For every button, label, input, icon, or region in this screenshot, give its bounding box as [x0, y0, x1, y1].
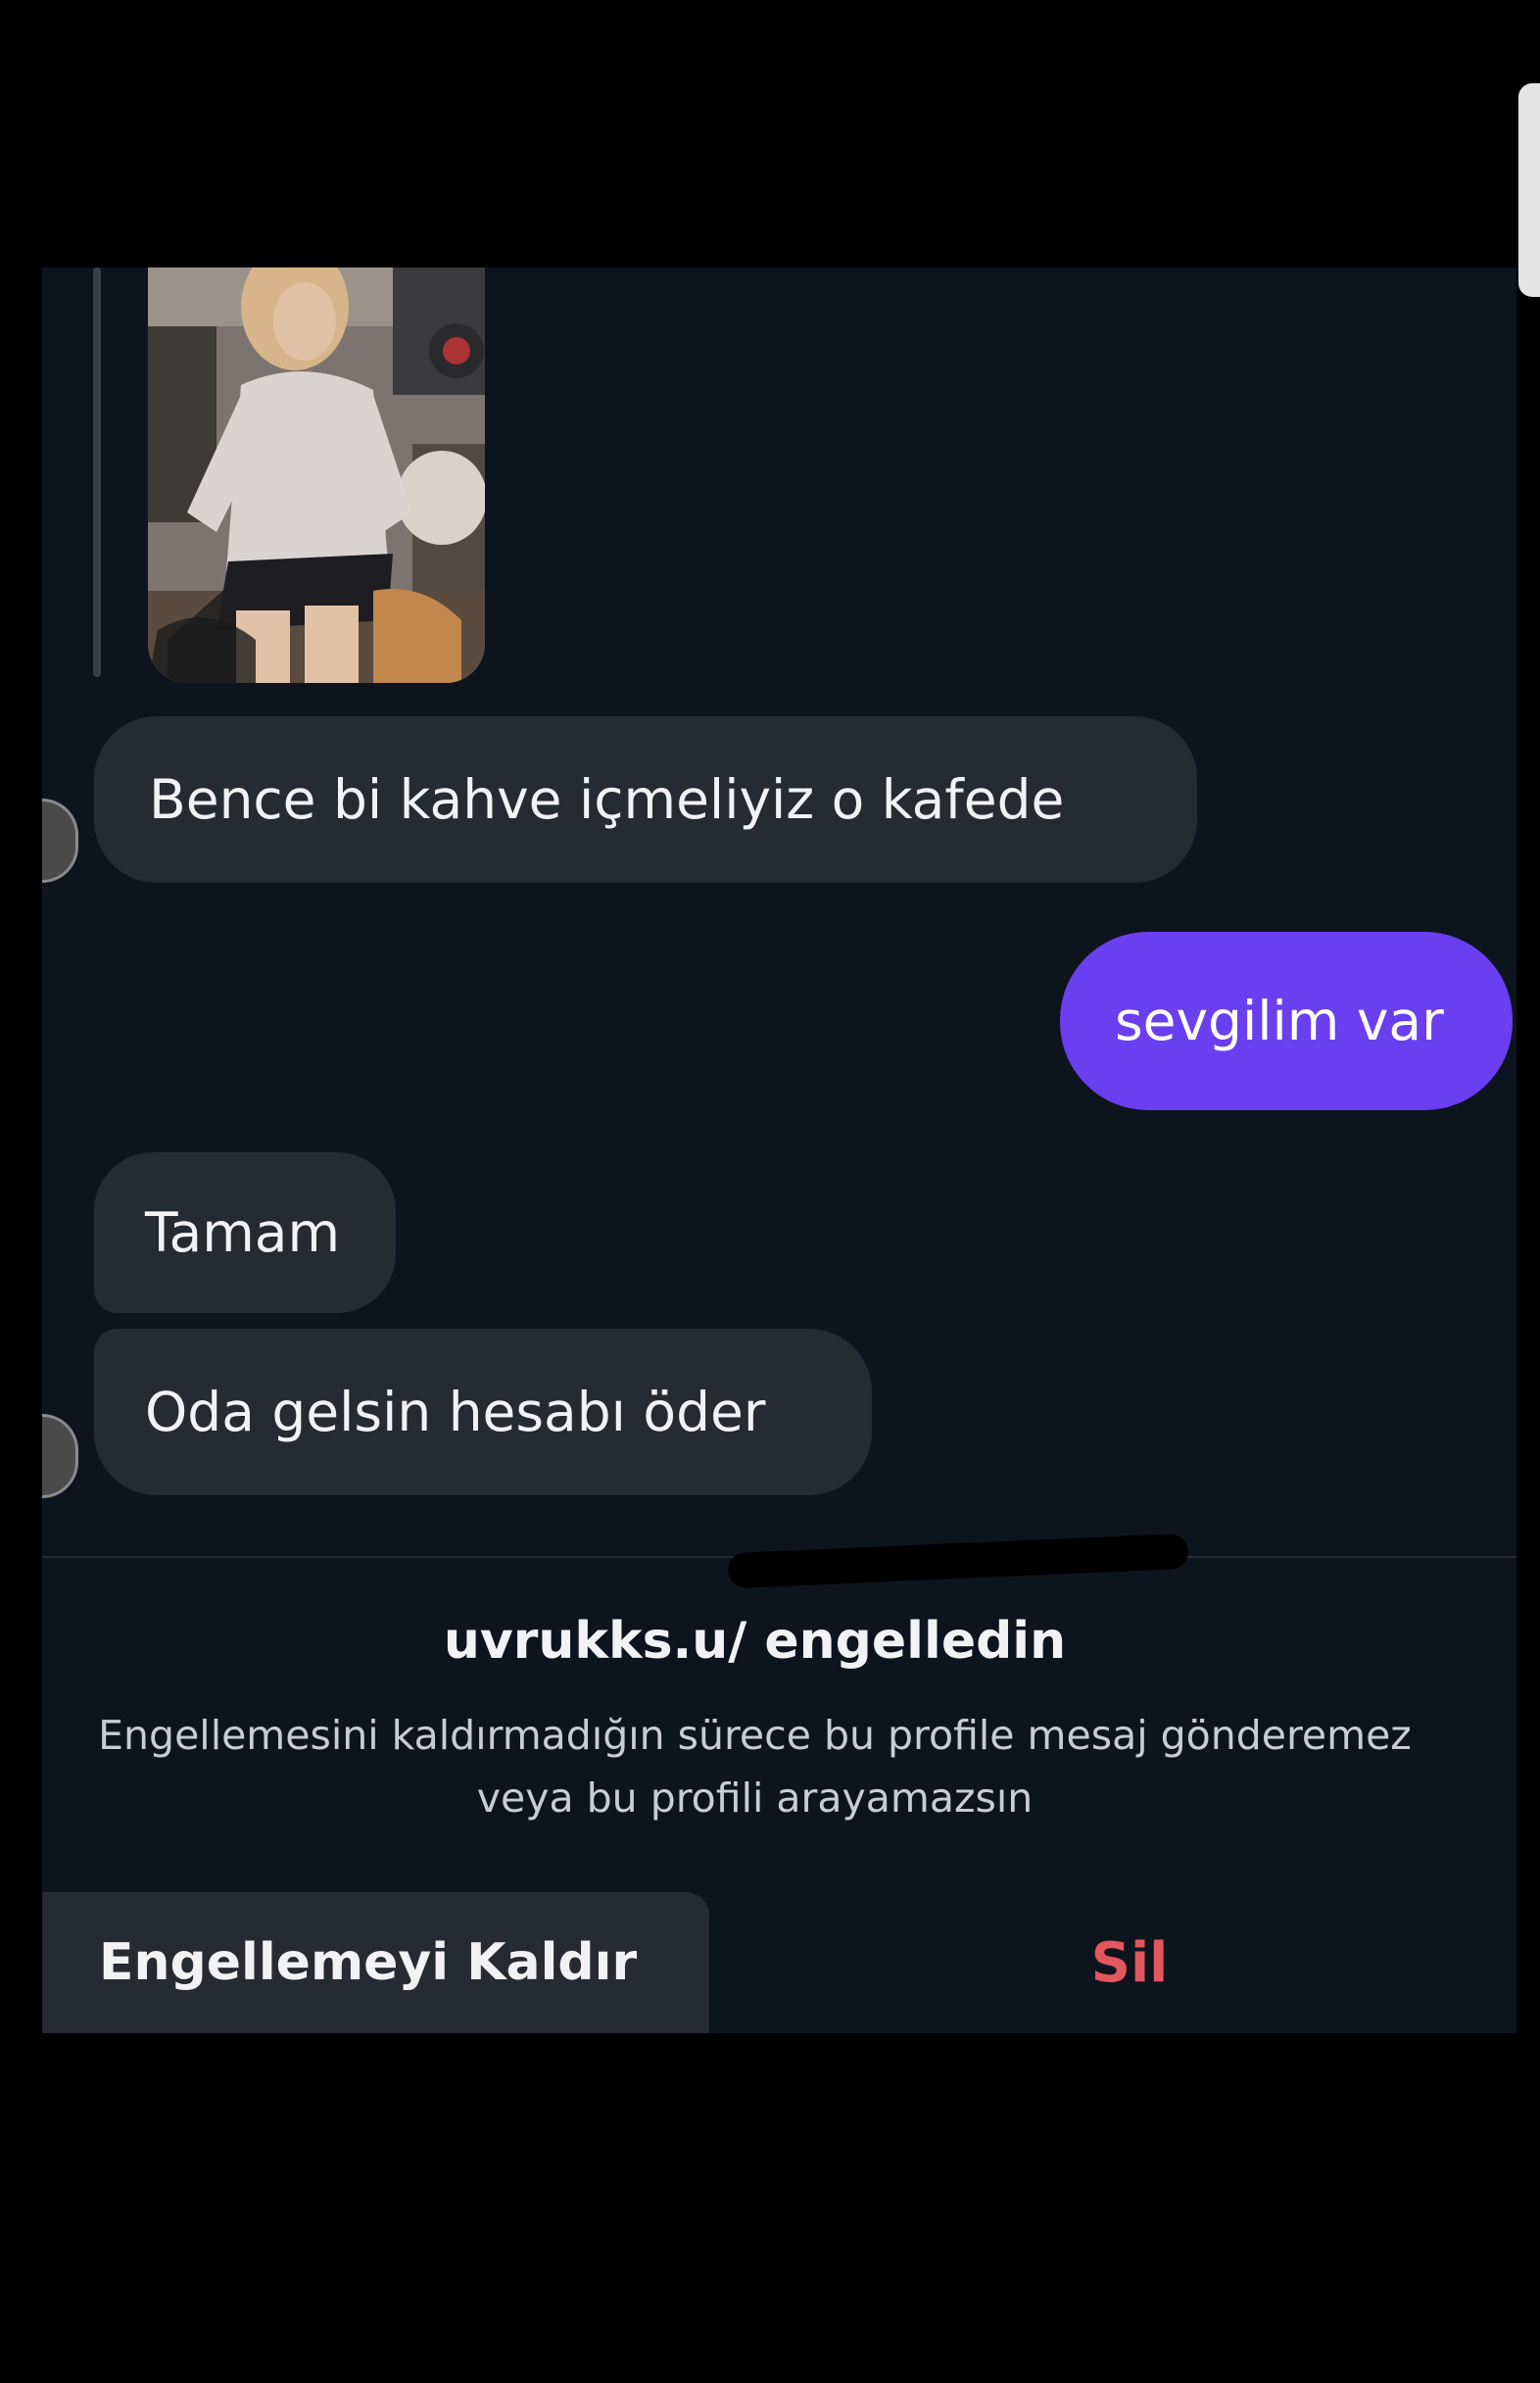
blocked-notice-title: uvrukks.u/ engelledin: [443, 1612, 1067, 1671]
message-text: Oda gelsin hesabı öder: [145, 1381, 766, 1443]
message-bubble-incoming[interactable]: Bence bi kahve içmeliyiz o kafede: [94, 716, 1197, 883]
message-text: sevgilim var: [1115, 990, 1444, 1052]
sender-avatar[interactable]: [42, 799, 78, 883]
message-bubble-outgoing[interactable]: sevgilim var: [1060, 932, 1513, 1110]
reply-thread-line: [93, 267, 101, 677]
screen-edge-handle: [1518, 83, 1540, 297]
delete-button-label: Sil: [1090, 1930, 1169, 1995]
blocked-notice-description: Engellemesini kaldırmadığın sürece bu pr…: [98, 1712, 1412, 1822]
message-bubble-incoming[interactable]: Oda gelsin hesabı öder: [94, 1329, 872, 1495]
message-bubble-incoming[interactable]: Tamam: [94, 1152, 396, 1313]
message-text: Tamam: [145, 1201, 341, 1264]
photo-of-woman-in-cafe-icon: [148, 267, 485, 683]
blocked-notice: uvrukks.u/ engelledin Engellemesini kald…: [62, 1612, 1477, 1876]
message-text: Bence bi kahve içmeliyiz o kafede: [149, 768, 1065, 831]
unblock-button-label: Engellemeyi Kaldır: [99, 1933, 638, 1992]
delete-button[interactable]: Sil: [1012, 1892, 1247, 2033]
sender-avatar[interactable]: [42, 1414, 78, 1498]
redaction-mark: [727, 1532, 1189, 1589]
shared-photo[interactable]: [148, 267, 485, 683]
unblock-button[interactable]: Engellemeyi Kaldır: [42, 1892, 709, 2033]
chat-screen: Bence bi kahve içmeliyiz o kafede sevgil…: [42, 267, 1516, 2033]
